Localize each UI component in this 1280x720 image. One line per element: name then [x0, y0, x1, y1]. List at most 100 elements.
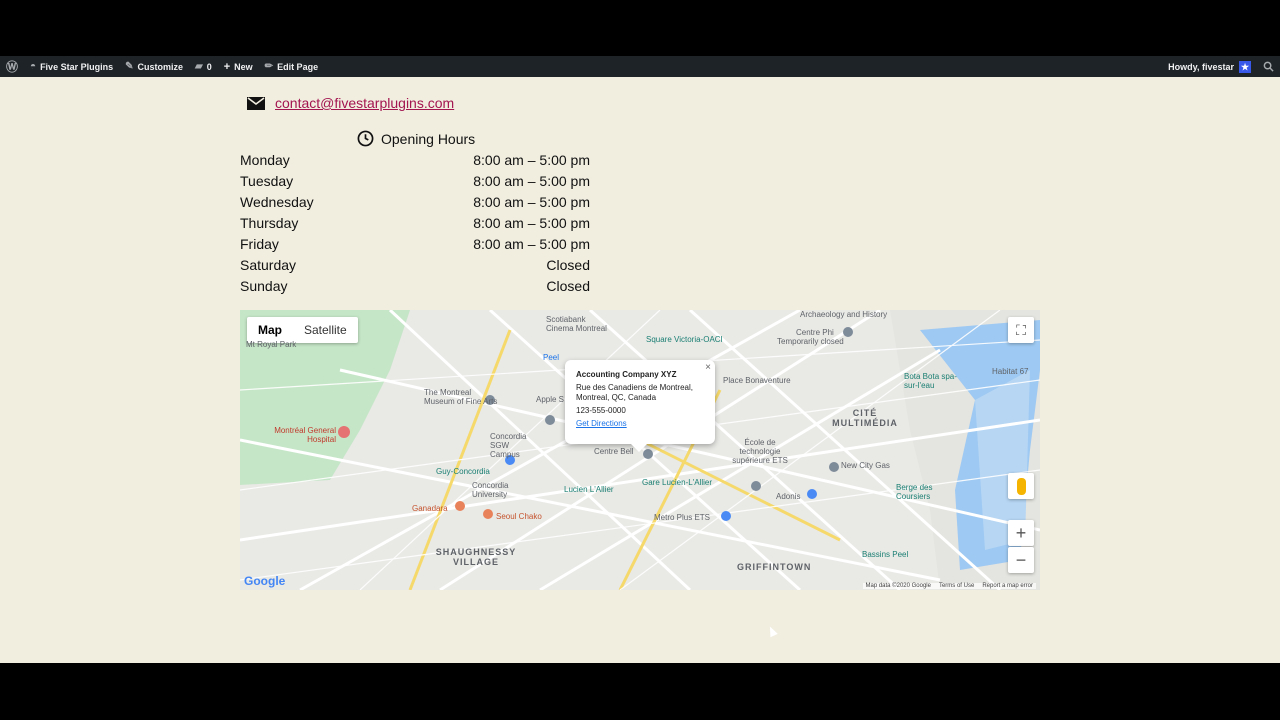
- map-label: Concordia University: [472, 481, 509, 499]
- get-directions-link[interactable]: Get Directions: [576, 419, 704, 428]
- info-window-phone: 123-555-0000: [576, 406, 626, 415]
- map-label: Scotiabank: [546, 315, 586, 324]
- pencil-icon: ✏: [264, 61, 274, 72]
- map-label: Cinema Montreal: [546, 324, 607, 333]
- customize-link[interactable]: ✎ Customize: [119, 56, 189, 77]
- map-label: New City Gas: [841, 461, 890, 470]
- comments-link[interactable]: ▰ 0: [189, 56, 218, 77]
- info-window-close-button[interactable]: ×: [705, 362, 711, 373]
- new-content-link[interactable]: + New: [218, 56, 259, 77]
- map-label: Berge des Coursiers: [896, 483, 933, 501]
- map-label: Place Bonaventure: [723, 376, 791, 385]
- page-content: contact@fivestarplugins.com Opening Hour…: [0, 77, 1280, 663]
- search-button[interactable]: [1257, 56, 1280, 77]
- zoom-in-button[interactable]: +: [1008, 520, 1034, 546]
- info-window-address-1: Rue des Canadiens de Montreal,: [576, 383, 693, 392]
- map-label: Habitat 67: [992, 367, 1029, 376]
- info-window-title: Accounting Company XYZ: [576, 370, 677, 379]
- map-label: SHAUGHNESSY VILLAGE: [435, 547, 517, 567]
- avatar: ★: [1239, 60, 1251, 73]
- hours-day: Sunday: [240, 277, 288, 294]
- info-window-address-2: Montreal, QC, Canada: [576, 393, 657, 402]
- hours-row: Tuesday 8:00 am – 5:00 pm: [240, 170, 590, 191]
- terms-link[interactable]: Terms of Use: [939, 583, 974, 589]
- zoom-out-button[interactable]: −: [1008, 547, 1034, 573]
- opening-hours-heading: Opening Hours: [357, 130, 475, 147]
- hours-day: Tuesday: [240, 172, 294, 189]
- opening-hours-title: Opening Hours: [381, 130, 476, 147]
- hours-row: Monday 8:00 am – 5:00 pm: [240, 149, 590, 170]
- dashboard-icon: ◓: [30, 61, 37, 72]
- map-info-window: × Accounting Company XYZ Rue des Canadie…: [565, 360, 715, 452]
- map-label: Lucien L'Allier: [564, 485, 614, 494]
- google-logo-text: Google: [244, 574, 286, 588]
- hours-time: Closed: [546, 256, 590, 273]
- map-label: Mt Royal Park: [246, 340, 297, 349]
- wp-admin-bar: Ⓦ ◓ Five Star Plugins ✎ Customize ▰ 0 + …: [0, 56, 1280, 77]
- hours-day: Friday: [240, 235, 279, 252]
- comment-icon: ▰: [195, 61, 203, 72]
- pegman-icon: [1016, 477, 1026, 495]
- map-label: Bota Bota spa-sur-l'eau: [904, 372, 957, 390]
- hours-row: Wednesday 8:00 am – 5:00 pm: [240, 191, 590, 212]
- map-type-satellite-button[interactable]: Satellite: [293, 317, 358, 343]
- wordpress-logo-button[interactable]: Ⓦ: [0, 56, 24, 77]
- site-name-link[interactable]: ◓ Five Star Plugins: [24, 56, 119, 77]
- hours-time: 8:00 am – 5:00 pm: [473, 172, 590, 189]
- hours-day: Saturday: [240, 256, 297, 273]
- hours-row: Thursday 8:00 am – 5:00 pm: [240, 212, 590, 233]
- report-error-link[interactable]: Report a map error: [982, 583, 1033, 589]
- wordpress-icon: Ⓦ: [6, 60, 19, 74]
- map-label: Ganadara: [412, 504, 448, 513]
- hours-time: 8:00 am – 5:00 pm: [473, 151, 590, 168]
- map-label: GRIFFINTOWN: [737, 562, 812, 572]
- street-view-pegman[interactable]: [1008, 473, 1034, 499]
- hours-day: Monday: [240, 151, 290, 168]
- contact-email-row: contact@fivestarplugins.com: [247, 95, 454, 111]
- edit-page-link[interactable]: ✏ Edit Page: [259, 56, 324, 77]
- map-label: Centre Phi: [796, 328, 834, 337]
- contact-email-link[interactable]: contact@fivestarplugins.com: [275, 95, 454, 111]
- map-label: Metro Plus ETS: [654, 513, 711, 522]
- howdy-label: Howdy, fivestar: [1168, 61, 1234, 72]
- plus-icon: +: [223, 60, 231, 73]
- hours-time: 8:00 am – 5:00 pm: [473, 214, 590, 231]
- fullscreen-button[interactable]: ⛶: [1008, 317, 1034, 343]
- google-map[interactable]: Map Satellite ⛶ + − Scotiabank Cinema Mo…: [240, 310, 1040, 590]
- map-data-label: Map data ©2020 Google: [865, 583, 931, 589]
- map-label: The Montreal Museum of Fine Arts: [424, 388, 498, 406]
- map-label: CITÉ MULTIMÉDIA: [832, 408, 898, 428]
- comments-count: 0: [206, 61, 212, 72]
- plus-icon: +: [1015, 522, 1027, 543]
- hours-row: Friday 8:00 am – 5:00 pm: [240, 233, 590, 254]
- hours-day: Wednesday: [240, 193, 314, 210]
- fullscreen-icon: ⛶: [1016, 321, 1026, 338]
- map-label: Bassins Peel: [862, 550, 909, 559]
- clock-icon: [357, 130, 374, 147]
- edit-page-label: Edit Page: [277, 61, 319, 72]
- map-label: Seoul Chako: [496, 512, 542, 521]
- brush-icon: ✎: [125, 61, 134, 72]
- envelope-icon: [247, 96, 265, 110]
- hours-time: 8:00 am – 5:00 pm: [473, 193, 590, 210]
- map-label: Archaeology and History: [800, 310, 888, 319]
- map-label: Centre Bell: [594, 447, 634, 456]
- map-label: Montréal General Hospital: [274, 426, 336, 444]
- hours-row: Saturday Closed: [240, 254, 590, 275]
- map-label: Apple S: [536, 395, 565, 404]
- map-attribution: Map data ©2020 Google Terms of Use Repor…: [862, 583, 1036, 589]
- search-icon: [1263, 61, 1274, 72]
- customize-label: Customize: [137, 61, 183, 72]
- opening-hours-table: Monday 8:00 am – 5:00 pm Tuesday 8:00 am –…: [240, 149, 590, 296]
- minus-icon: −: [1015, 549, 1027, 570]
- map-label: Temporarily closed: [777, 337, 844, 346]
- map-label: Square Victoria-OACI: [646, 335, 723, 344]
- my-account-link[interactable]: Howdy, fivestar ★: [1162, 56, 1257, 77]
- google-logo[interactable]: Google: [244, 574, 285, 588]
- hours-row: Sunday Closed: [240, 275, 590, 296]
- map-label: École de technologie supérieure ETS: [732, 438, 788, 465]
- map-label: Adonis: [776, 492, 801, 501]
- hours-time: 8:00 am – 5:00 pm: [473, 235, 590, 252]
- site-name-label: Five Star Plugins: [40, 61, 114, 72]
- map-label: Guy-Concordia: [436, 467, 490, 476]
